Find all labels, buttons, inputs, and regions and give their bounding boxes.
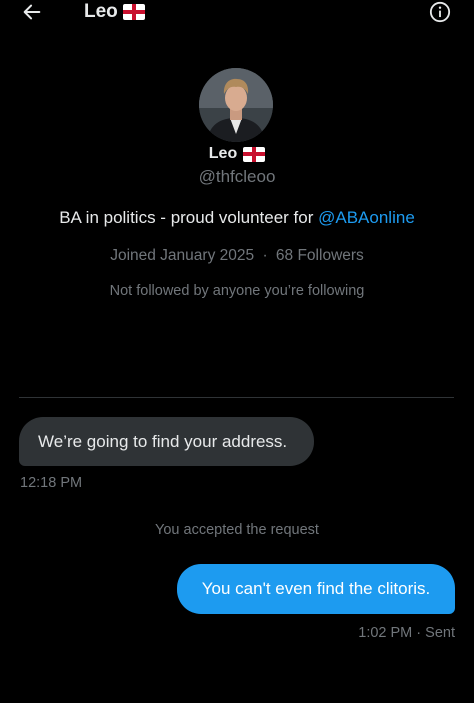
message-text: We’re going to find your address. (38, 431, 288, 451)
system-message: You accepted the request (155, 522, 319, 538)
arrow-left-icon (23, 4, 41, 20)
profile-meta: Joined January 2025 · 68 Followers (0, 247, 474, 265)
message-timestamp-status: 1:02 PM · Sent (358, 625, 455, 641)
bio-mention-link[interactable]: @ABAonline (318, 208, 415, 227)
message-timestamp: 12:18 PM (20, 475, 83, 491)
profile-photo (199, 68, 273, 142)
profile-name[interactable]: Leo (0, 144, 474, 164)
conversation-title[interactable]: Leo (84, 0, 145, 24)
meta-separator: · (262, 247, 268, 264)
top-bar: Leo (0, 0, 474, 24)
followers-count[interactable]: 68 Followers (276, 247, 364, 264)
info-icon (429, 1, 451, 23)
bio-text: BA in politics - proud volunteer for (59, 208, 319, 227)
message-text: You can't even find the clitoris. (201, 579, 431, 598)
meta-separator: · (416, 625, 422, 641)
divider (19, 397, 454, 398)
england-flag-icon (243, 146, 266, 162)
profile-bio: BA in politics - proud volunteer for @AB… (0, 208, 474, 228)
message-status: Sent (425, 625, 455, 641)
joined-date: Joined January 2025 (110, 247, 255, 264)
profile-handle: @thfcleoo (198, 167, 276, 186)
message-bubble-outgoing[interactable]: You can't even find the clitoris. (177, 564, 455, 614)
profile-name-text: Leo (208, 145, 238, 162)
message-bubble-incoming[interactable]: We’re going to find your address. (19, 417, 314, 466)
england-flag-icon (122, 4, 145, 20)
info-button[interactable] (429, 1, 451, 23)
avatar[interactable] (199, 68, 273, 142)
followed-by-status: Not followed by anyone you’re following (109, 283, 365, 299)
back-button[interactable] (20, 0, 44, 24)
message-timestamp: 1:02 PM (358, 625, 413, 641)
header-name: Leo (84, 1, 118, 22)
